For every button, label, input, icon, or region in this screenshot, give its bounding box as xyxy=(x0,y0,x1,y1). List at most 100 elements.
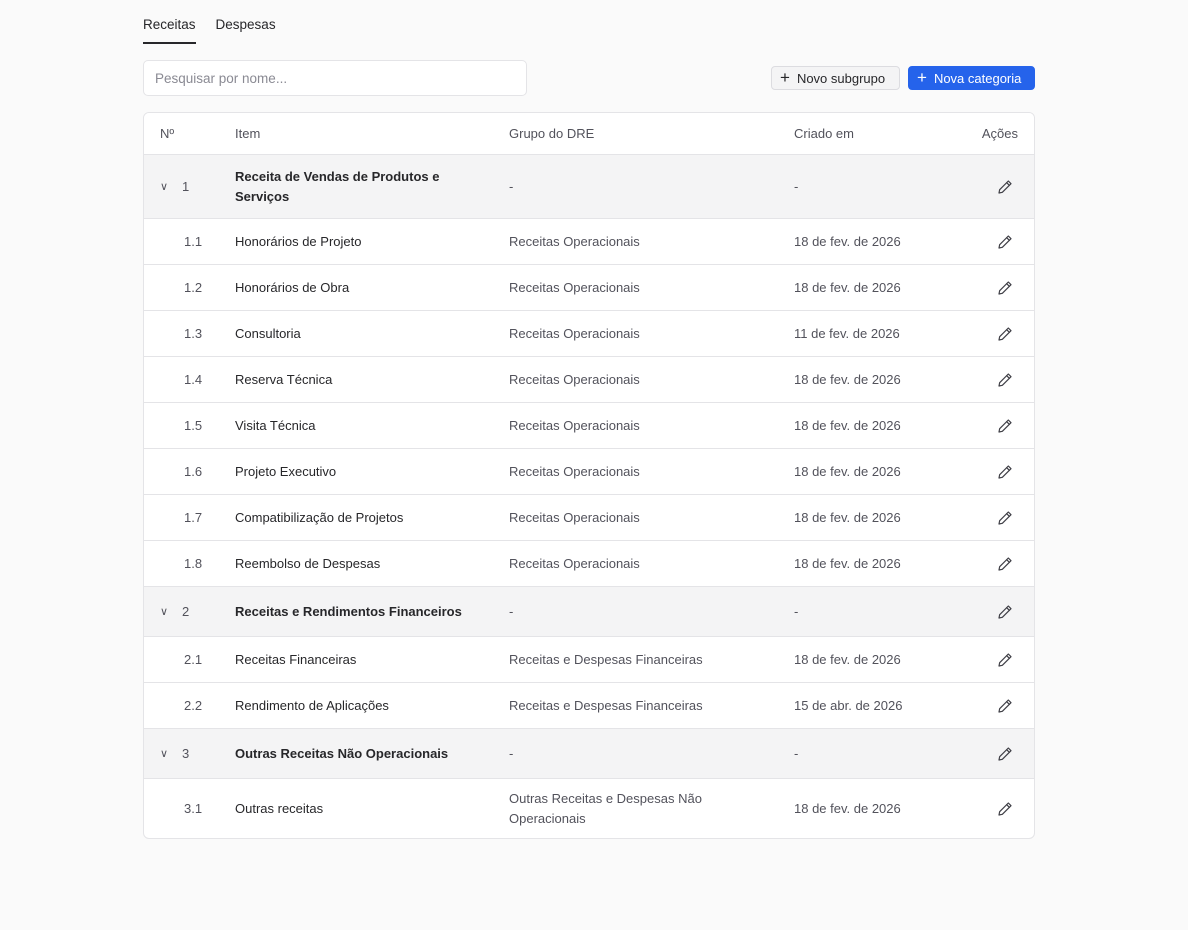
cell-dre-group: - xyxy=(509,745,514,761)
cell-created: 18 de fev. de 2026 xyxy=(794,509,901,525)
cell-item: Consultoria xyxy=(235,325,301,341)
cell-item: Honorários de Projeto xyxy=(235,233,362,249)
cell-created: 11 de fev. de 2026 xyxy=(794,325,900,341)
plus-icon: + xyxy=(917,67,927,87)
cell-actions xyxy=(958,403,1018,448)
cell-dre-group: - xyxy=(509,178,514,194)
table-group-row: ∨ 1 Receita de Vendas de Produtos e Serviç… xyxy=(144,154,1034,218)
header-group: Grupo do DRE xyxy=(509,125,595,141)
edit-icon[interactable] xyxy=(997,464,1013,480)
row-number: 1.7 xyxy=(184,509,203,525)
edit-icon[interactable] xyxy=(997,698,1013,714)
new-category-button[interactable]: + Nova categoria xyxy=(908,66,1035,90)
cell-dre-group: Receitas Operacionais xyxy=(509,279,640,295)
edit-icon[interactable] xyxy=(997,604,1013,620)
table-row: 1.5 Visita Técnica Receitas Operacionais 18… xyxy=(144,402,1034,448)
table-row: 1.1 Honorários de Projeto Receitas Operaci… xyxy=(144,218,1034,264)
header-num: Nº xyxy=(160,125,175,141)
cell-actions xyxy=(958,729,1018,778)
cell-actions xyxy=(958,637,1018,682)
toolbar: + Novo subgrupo + Nova categoria xyxy=(143,60,1035,96)
cell-dre-group: Receitas Operacionais xyxy=(509,509,640,525)
cell-item: Receita de Vendas de Produtos e Serviços xyxy=(235,168,440,204)
cell-actions xyxy=(958,587,1018,636)
row-number: 1.5 xyxy=(184,417,203,433)
row-number: 3.1 xyxy=(184,800,203,816)
cell-dre-group: Outras Receitas e Despesas Não Operacion… xyxy=(509,790,702,826)
cell-created: 18 de fev. de 2026 xyxy=(794,800,901,816)
table-row: 1.7 Compatibilização de Projetos Receitas … xyxy=(144,494,1034,540)
cell-created: 18 de fev. de 2026 xyxy=(794,463,901,479)
cell-dre-group: Receitas Operacionais xyxy=(509,555,640,571)
row-number: 1.2 xyxy=(184,279,203,295)
cell-dre-group: Receitas e Despesas Financeiras xyxy=(509,697,703,713)
cell-created: 18 de fev. de 2026 xyxy=(794,233,901,249)
cell-item: Compatibilização de Projetos xyxy=(235,509,404,525)
cell-item: Rendimento de Aplicações xyxy=(235,697,389,713)
categories-table: Nº Item Grupo do DRE Criado em Ações ∨ 1 R… xyxy=(143,112,1035,839)
table-row: 1.2 Honorários de Obra Receitas Operaciona… xyxy=(144,264,1034,310)
cell-dre-group: Receitas Operacionais xyxy=(509,371,640,387)
cell-created: 18 de fev. de 2026 xyxy=(794,555,901,571)
row-number: 1.8 xyxy=(184,555,203,571)
table-row: 2.1 Receitas Financeiras Receitas e Despes… xyxy=(144,636,1034,682)
cell-created: - xyxy=(794,603,799,619)
table-row: 1.4 Reserva Técnica Receitas Operacionais 1… xyxy=(144,356,1034,402)
cell-created: - xyxy=(794,745,799,761)
cell-actions xyxy=(958,683,1018,728)
header-item: Item xyxy=(235,125,261,141)
edit-icon[interactable] xyxy=(997,556,1013,572)
cell-actions xyxy=(958,357,1018,402)
row-number: 1.1 xyxy=(184,233,203,249)
cell-item: Receitas e Rendimentos Financeiros xyxy=(235,603,462,619)
table-row: 1.6 Projeto Executivo Receitas Operacionai… xyxy=(144,448,1034,494)
edit-icon[interactable] xyxy=(997,510,1013,526)
edit-icon[interactable] xyxy=(997,326,1013,342)
tab-despesas[interactable]: Despesas xyxy=(216,16,276,44)
row-number: 1.6 xyxy=(184,463,203,479)
cell-dre-group: Receitas Operacionais xyxy=(509,417,640,433)
new-subgroup-button[interactable]: + Novo subgrupo xyxy=(771,66,900,90)
cell-item: Honorários de Obra xyxy=(235,279,350,295)
cell-created: 18 de fev. de 2026 xyxy=(794,417,901,433)
cell-num: ∨ 1 xyxy=(160,155,230,218)
header-actions: Ações xyxy=(981,125,1018,141)
table-row: 1.8 Reembolso de Despesas Receitas Operaci… xyxy=(144,540,1034,586)
cell-actions xyxy=(958,219,1018,264)
cell-dre-group: - xyxy=(509,603,514,619)
tab-receitas[interactable]: Receitas xyxy=(143,16,196,44)
cell-created: 18 de fev. de 2026 xyxy=(794,371,901,387)
edit-icon[interactable] xyxy=(997,801,1013,817)
cell-item: Reembolso de Despesas xyxy=(235,555,381,571)
chevron-down-icon[interactable]: ∨ xyxy=(160,744,170,764)
cell-created: - xyxy=(794,178,799,194)
search-input[interactable] xyxy=(143,60,527,96)
edit-icon[interactable] xyxy=(997,418,1013,434)
edit-icon[interactable] xyxy=(997,652,1013,668)
row-number: 1.4 xyxy=(184,371,203,387)
cell-dre-group: Receitas Operacionais xyxy=(509,463,640,479)
cell-num: ∨ 3 xyxy=(160,729,230,778)
new-subgroup-label: Novo subgrupo xyxy=(796,70,886,86)
cell-dre-group: Receitas Operacionais xyxy=(509,325,640,341)
cell-item: Outras receitas xyxy=(235,800,324,816)
table-group-row: ∨ 2 Receitas e Rendimentos Financeiros - - xyxy=(144,586,1034,636)
edit-icon[interactable] xyxy=(997,372,1013,388)
cell-actions xyxy=(958,449,1018,494)
table-row: 1.3 Consultoria Receitas Operacionais 11 de… xyxy=(144,310,1034,356)
chevron-down-icon[interactable]: ∨ xyxy=(160,177,170,197)
cell-created: 18 de fev. de 2026 xyxy=(794,651,901,667)
chevron-down-icon[interactable]: ∨ xyxy=(160,602,170,622)
cell-item: Visita Técnica xyxy=(235,417,316,433)
cell-num: ∨ 2 xyxy=(160,587,230,636)
cell-actions xyxy=(958,155,1018,218)
tab-bar: Receitas Despesas xyxy=(143,0,1035,44)
edit-icon[interactable] xyxy=(997,234,1013,250)
cell-actions xyxy=(958,495,1018,540)
cell-dre-group: Receitas e Despesas Financeiras xyxy=(509,651,703,667)
edit-icon[interactable] xyxy=(997,280,1013,296)
edit-icon[interactable] xyxy=(997,746,1013,762)
row-number: 1.3 xyxy=(184,325,203,341)
edit-icon[interactable] xyxy=(997,179,1013,195)
table-header: Nº Item Grupo do DRE Criado em Ações xyxy=(144,113,1034,154)
